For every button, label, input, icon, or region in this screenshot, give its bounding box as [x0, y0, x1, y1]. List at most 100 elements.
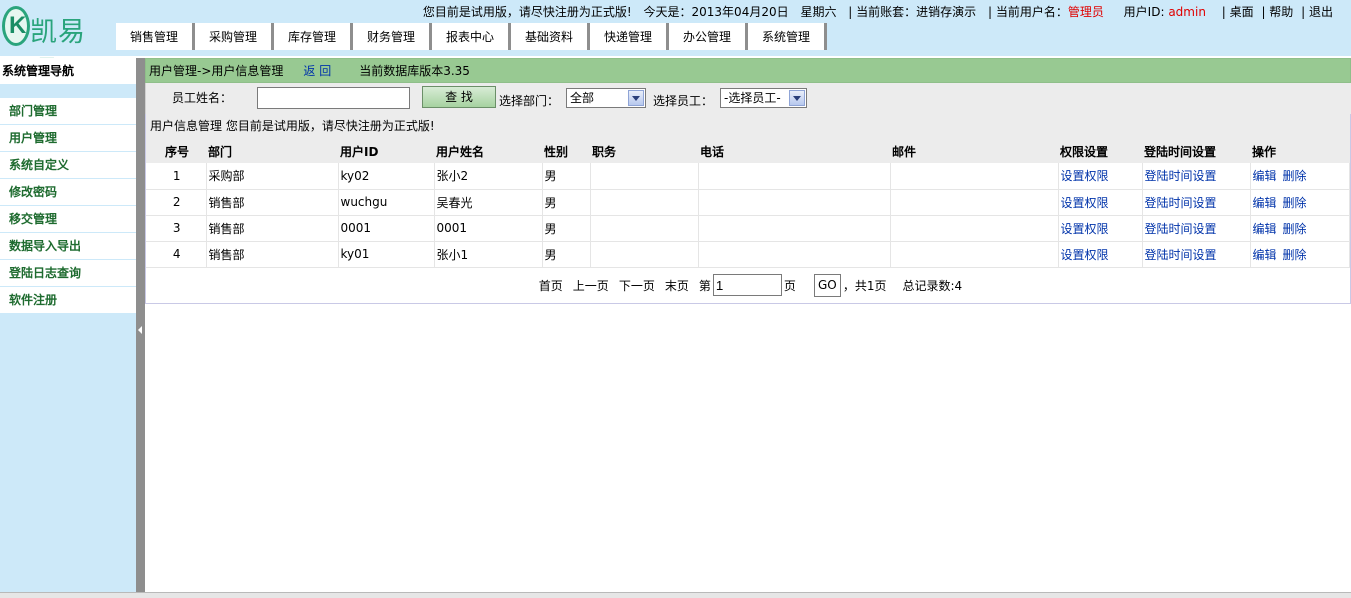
sidebar-item-customize[interactable]: 系统自定义	[0, 152, 136, 179]
cell-login-time: 登陆时间设置	[1142, 163, 1251, 190]
menu-system[interactable]: 系统管理	[748, 23, 827, 50]
cell-actions: 编辑 删除	[1250, 215, 1350, 242]
cell-email	[890, 189, 1059, 216]
find-button[interactable]: 查 找	[422, 86, 496, 108]
sidebar-item-register[interactable]: 软件注册	[0, 287, 136, 314]
sidebar-item-login-log[interactable]: 登陆日志查询	[0, 260, 136, 287]
db-version: 当前数据库版本3.35	[359, 64, 470, 78]
cell-user-name: 0001	[434, 215, 543, 242]
sidebar-item-department[interactable]: 部门管理	[0, 98, 136, 125]
login-time-link[interactable]: 登陆时间设置	[1145, 169, 1217, 183]
cell-gender: 男	[542, 189, 591, 216]
sidebar-item-users[interactable]: 用户管理	[0, 125, 136, 152]
cell-department: 销售部	[206, 241, 339, 268]
edit-link[interactable]: 编辑	[1253, 248, 1277, 262]
last-page-link[interactable]: 末页	[665, 277, 689, 294]
menu-express[interactable]: 快递管理	[590, 23, 669, 50]
cell-position	[590, 163, 699, 190]
cell-phone	[698, 215, 891, 242]
bottom-border	[0, 592, 1351, 598]
edit-link[interactable]: 编辑	[1253, 196, 1277, 210]
sidebar-item-password[interactable]: 修改密码	[0, 179, 136, 206]
sidebar-item-handover[interactable]: 移交管理	[0, 206, 136, 233]
exit-link[interactable]: | 退出	[1301, 5, 1333, 19]
set-permission-link[interactable]: 设置权限	[1061, 222, 1109, 236]
user-id-label: 用户ID:	[1123, 5, 1165, 19]
set-permission-link[interactable]: 设置权限	[1061, 169, 1109, 183]
prev-page-link[interactable]: 上一页	[573, 277, 609, 294]
cell-email	[890, 215, 1059, 242]
menu-finance[interactable]: 财务管理	[353, 23, 432, 50]
logo: K 凯易通	[2, 4, 112, 87]
employee-select[interactable]: -选择员工-	[720, 88, 807, 108]
menu-sales[interactable]: 销售管理	[116, 23, 195, 50]
table-header: 序号 部门 用户ID 用户姓名 性别 职务 电话 邮件 权限设置 登陆时间设置 …	[146, 139, 1350, 163]
department-select[interactable]: 全部	[566, 88, 646, 108]
delete-link[interactable]: 删除	[1283, 248, 1307, 262]
main-content: 用户管理->用户信息管理 返 回 当前数据库版本3.35 员工姓名： 查 找 选…	[145, 58, 1351, 304]
user-table: 序号 部门 用户ID 用户姓名 性别 职务 电话 邮件 权限设置 登陆时间设置 …	[146, 139, 1350, 268]
delete-link[interactable]: 删除	[1283, 196, 1307, 210]
login-time-link[interactable]: 登陆时间设置	[1145, 196, 1217, 210]
page-number-input[interactable]	[712, 274, 782, 296]
cell-permission: 设置权限	[1058, 215, 1143, 242]
cell-email	[890, 241, 1059, 268]
cell-no: 1	[146, 163, 207, 190]
sidebar-item-import-export[interactable]: 数据导入导出	[0, 233, 136, 260]
cell-no: 3	[146, 215, 207, 242]
user-info-panel: 用户信息管理 您目前是试用版，请尽快注册为正式版! 序号 部门 用户ID 用户姓…	[145, 114, 1351, 304]
set-permission-link[interactable]: 设置权限	[1061, 196, 1109, 210]
menu-inventory[interactable]: 库存管理	[274, 23, 353, 50]
menu-basic-data[interactable]: 基础资料	[511, 23, 590, 50]
menu-office[interactable]: 办公管理	[669, 23, 748, 50]
cell-login-time: 登陆时间设置	[1142, 241, 1251, 268]
cell-user-name: 张小2	[434, 163, 543, 190]
chevron-down-icon[interactable]	[789, 90, 805, 106]
back-link[interactable]: 返 回	[303, 62, 331, 79]
cell-phone	[698, 163, 891, 190]
login-time-link[interactable]: 登陆时间设置	[1145, 248, 1217, 262]
cell-login-time: 登陆时间设置	[1142, 215, 1251, 242]
col-email: 邮件	[890, 139, 1058, 163]
col-phone: 电话	[698, 139, 890, 163]
next-page-link[interactable]: 下一页	[619, 277, 655, 294]
cell-actions: 编辑 删除	[1250, 163, 1350, 190]
pager: 首页 上一页 下一页 末页 第 页 GO ，共1页 总记录数:4	[146, 268, 1350, 303]
sidebar-splitter[interactable]	[136, 58, 145, 592]
cell-user-id: ky02	[338, 163, 435, 190]
table-row: 2 销售部 wuchgu 吴春光 男 设置权限 登陆时间设置 编辑 删除	[146, 189, 1350, 216]
delete-link[interactable]: 删除	[1283, 169, 1307, 183]
desktop-link[interactable]: | 桌面	[1222, 5, 1254, 19]
menu-reports[interactable]: 报表中心	[432, 23, 511, 50]
total-pages: ，共1页	[842, 278, 887, 293]
col-permission: 权限设置	[1058, 139, 1142, 163]
sidebar: 系统管理导航 部门管理 用户管理 系统自定义 修改密码 移交管理 数据导入导出 …	[0, 58, 136, 592]
table-row: 1 采购部 ky02 张小2 男 设置权限 登陆时间设置 编辑 删除	[146, 163, 1350, 190]
employee-name-input[interactable]	[257, 87, 410, 109]
cell-user-id: 0001	[338, 215, 435, 242]
cell-actions: 编辑 删除	[1250, 189, 1350, 216]
trial-notice: 您目前是试用版，请尽快注册为正式版!	[422, 5, 632, 19]
cell-department: 销售部	[206, 215, 339, 242]
menu-purchase[interactable]: 采购管理	[195, 23, 274, 50]
breadcrumb: 用户管理->用户信息管理 返 回 当前数据库版本3.35	[145, 58, 1351, 83]
department-label: 选择部门：	[499, 94, 560, 108]
collapse-arrow-icon[interactable]	[138, 326, 142, 334]
go-button[interactable]: GO	[813, 273, 841, 297]
col-gender: 性别	[542, 139, 590, 163]
delete-link[interactable]: 删除	[1283, 222, 1307, 236]
current-user-label: | 当前用户名：	[987, 5, 1068, 19]
weekday: 星期六	[800, 5, 837, 19]
help-link[interactable]: | 帮助	[1261, 5, 1293, 19]
employee-label: 选择员工：	[653, 94, 714, 108]
first-page-link[interactable]: 首页	[539, 277, 563, 294]
set-permission-link[interactable]: 设置权限	[1061, 248, 1109, 262]
cell-gender: 男	[542, 241, 591, 268]
edit-link[interactable]: 编辑	[1253, 169, 1277, 183]
chevron-down-icon[interactable]	[628, 90, 644, 106]
cell-permission: 设置权限	[1058, 241, 1143, 268]
edit-link[interactable]: 编辑	[1253, 222, 1277, 236]
login-time-link[interactable]: 登陆时间设置	[1145, 222, 1217, 236]
cell-phone	[698, 241, 891, 268]
